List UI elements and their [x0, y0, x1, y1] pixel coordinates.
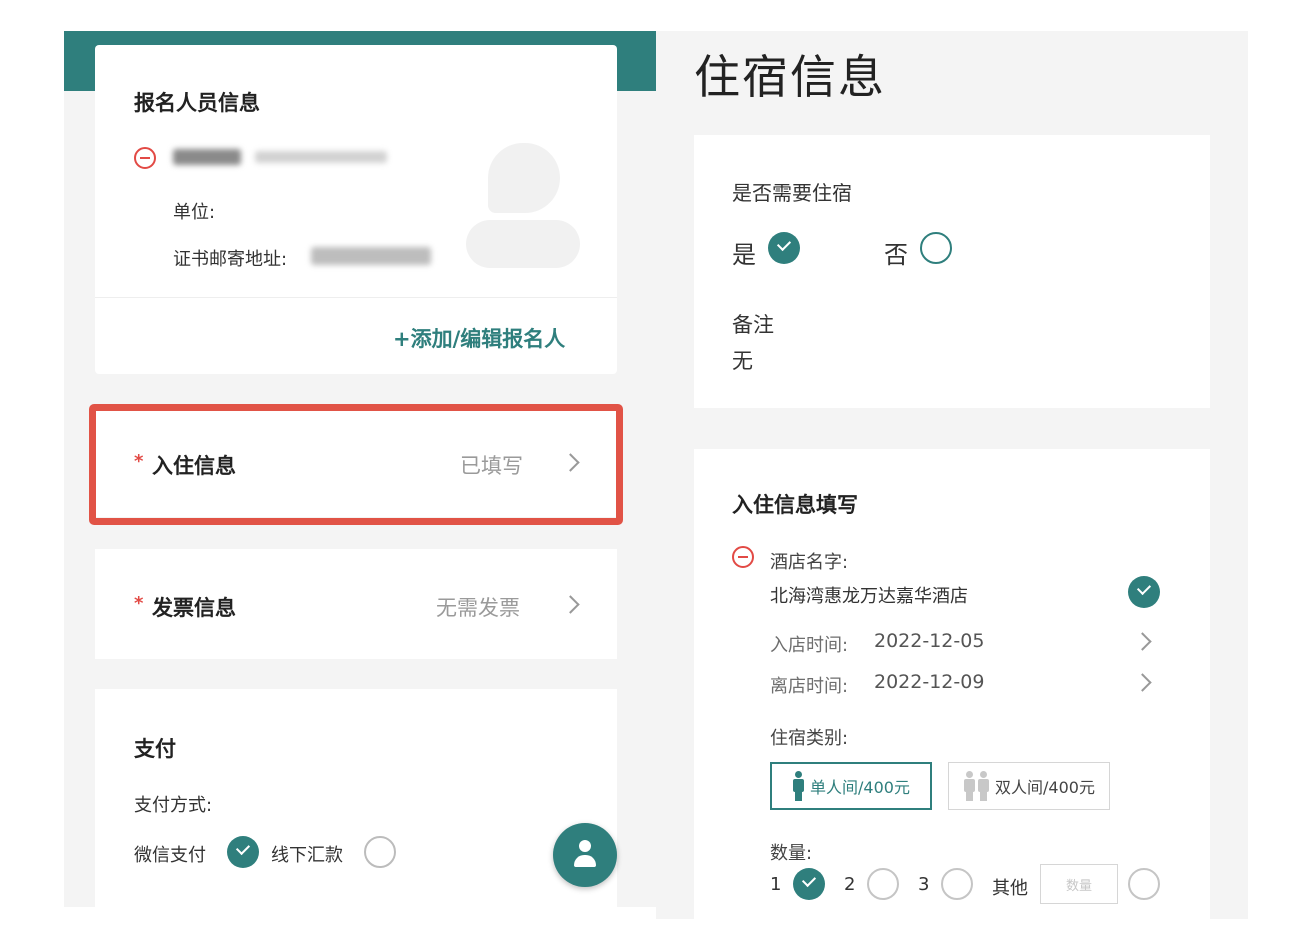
contact-fab-button[interactable] [553, 823, 617, 887]
quantity-option-2-label: 2 [844, 874, 856, 895]
chevron-right-icon[interactable] [1133, 673, 1152, 692]
remove-registrant-icon[interactable] [134, 147, 156, 169]
avatar-placeholder [488, 143, 560, 213]
offline-transfer-radio-icon[interactable] [364, 836, 396, 868]
payment-card: 支付 支付方式: 微信支付 线下汇款 [95, 689, 617, 907]
registration-panel: 报名人员信息 单位: 证书邮寄地址: +添加/编辑报名人 * 入住信息 已填写 … [64, 31, 656, 907]
person-icon-body [574, 855, 596, 867]
checkout-date-label: 离店时间: [770, 676, 849, 697]
checkin-form-title: 入住信息填写 [732, 493, 858, 517]
highlight-annotation [89, 404, 623, 525]
quantity-other-radio-icon[interactable] [1128, 868, 1160, 900]
need-lodging-question: 是否需要住宿 [732, 181, 852, 205]
checkin-form-card: 入住信息填写 酒店名字: 北海湾惠龙万达嘉华酒店 入店时间: 2022-12-0… [694, 449, 1210, 919]
quantity-option-3-label: 3 [918, 874, 930, 895]
yes-label: 是 [732, 241, 756, 269]
page-title: 住宿信息 [694, 50, 886, 104]
lodging-panel: 住宿信息 是否需要住宿 是 否 备注 无 入住信息填写 酒店名字: 北海湾惠龙万… [656, 31, 1248, 919]
add-edit-registrant-link[interactable]: +添加/编辑报名人 [393, 323, 565, 353]
remark-value: 无 [732, 349, 753, 373]
room-type-double-label: 双人间/400元 [995, 778, 1095, 797]
required-mark: * [134, 593, 144, 614]
invoice-info-status: 无需发票 [436, 596, 520, 620]
room-type-double-button[interactable]: 双人间/400元 [948, 762, 1110, 810]
payment-title: 支付 [134, 737, 176, 761]
hotel-selected-check-icon[interactable] [1128, 576, 1160, 608]
quantity-3-radio-icon[interactable] [941, 868, 973, 900]
registrant-phone-blurred [255, 151, 387, 163]
quantity-2-radio-icon[interactable] [867, 868, 899, 900]
registrant-name-blurred [173, 149, 241, 165]
payment-option-offline-label: 线下汇款 [271, 845, 343, 866]
yes-radio-checked-icon[interactable] [768, 232, 800, 264]
checkout-date-value[interactable]: 2022-12-09 [874, 671, 984, 693]
room-type-single-button[interactable]: 单人间/400元 [770, 762, 932, 810]
lodging-need-card: 是否需要住宿 是 否 备注 无 [694, 135, 1210, 408]
avatar-placeholder-base [466, 220, 580, 268]
person-icon [963, 771, 976, 801]
address-blurred [311, 247, 431, 265]
payment-method-label: 支付方式: [134, 795, 213, 816]
room-type-label: 住宿类别: [770, 728, 849, 749]
checkin-date-label: 入店时间: [770, 635, 849, 656]
invoice-info-row[interactable]: * 发票信息 无需发票 [95, 549, 617, 659]
no-radio-icon[interactable] [920, 232, 952, 264]
payment-option-wechat-label: 微信支付 [134, 845, 206, 866]
remark-label: 备注 [732, 313, 774, 337]
quantity-label: 数量: [770, 843, 813, 864]
registrant-card: 报名人员信息 单位: 证书邮寄地址: +添加/编辑报名人 [95, 45, 617, 374]
registrant-title: 报名人员信息 [134, 91, 260, 115]
no-label: 否 [884, 241, 908, 269]
remove-hotel-icon[interactable] [732, 546, 754, 568]
quantity-input[interactable]: 数量 [1040, 864, 1118, 904]
unit-label: 单位: [173, 202, 216, 223]
quantity-1-radio-checked-icon[interactable] [793, 868, 825, 900]
checkin-date-value[interactable]: 2022-12-05 [874, 630, 984, 652]
hotel-name-value: 北海湾惠龙万达嘉华酒店 [770, 586, 968, 607]
person-icon [977, 771, 990, 801]
address-label: 证书邮寄地址: [173, 249, 288, 270]
room-type-single-label: 单人间/400元 [810, 778, 910, 797]
invoice-info-label: 发票信息 [152, 596, 236, 620]
quantity-option-1-label: 1 [770, 874, 782, 895]
person-icon-head [579, 840, 591, 852]
card-divider [95, 297, 617, 298]
person-icon [792, 771, 805, 801]
chevron-right-icon[interactable] [1133, 632, 1152, 651]
hotel-name-label: 酒店名字: [770, 552, 849, 573]
wechat-pay-radio-checked-icon[interactable] [227, 836, 259, 868]
quantity-option-other-label: 其他 [992, 878, 1028, 899]
chevron-right-icon [561, 595, 580, 614]
